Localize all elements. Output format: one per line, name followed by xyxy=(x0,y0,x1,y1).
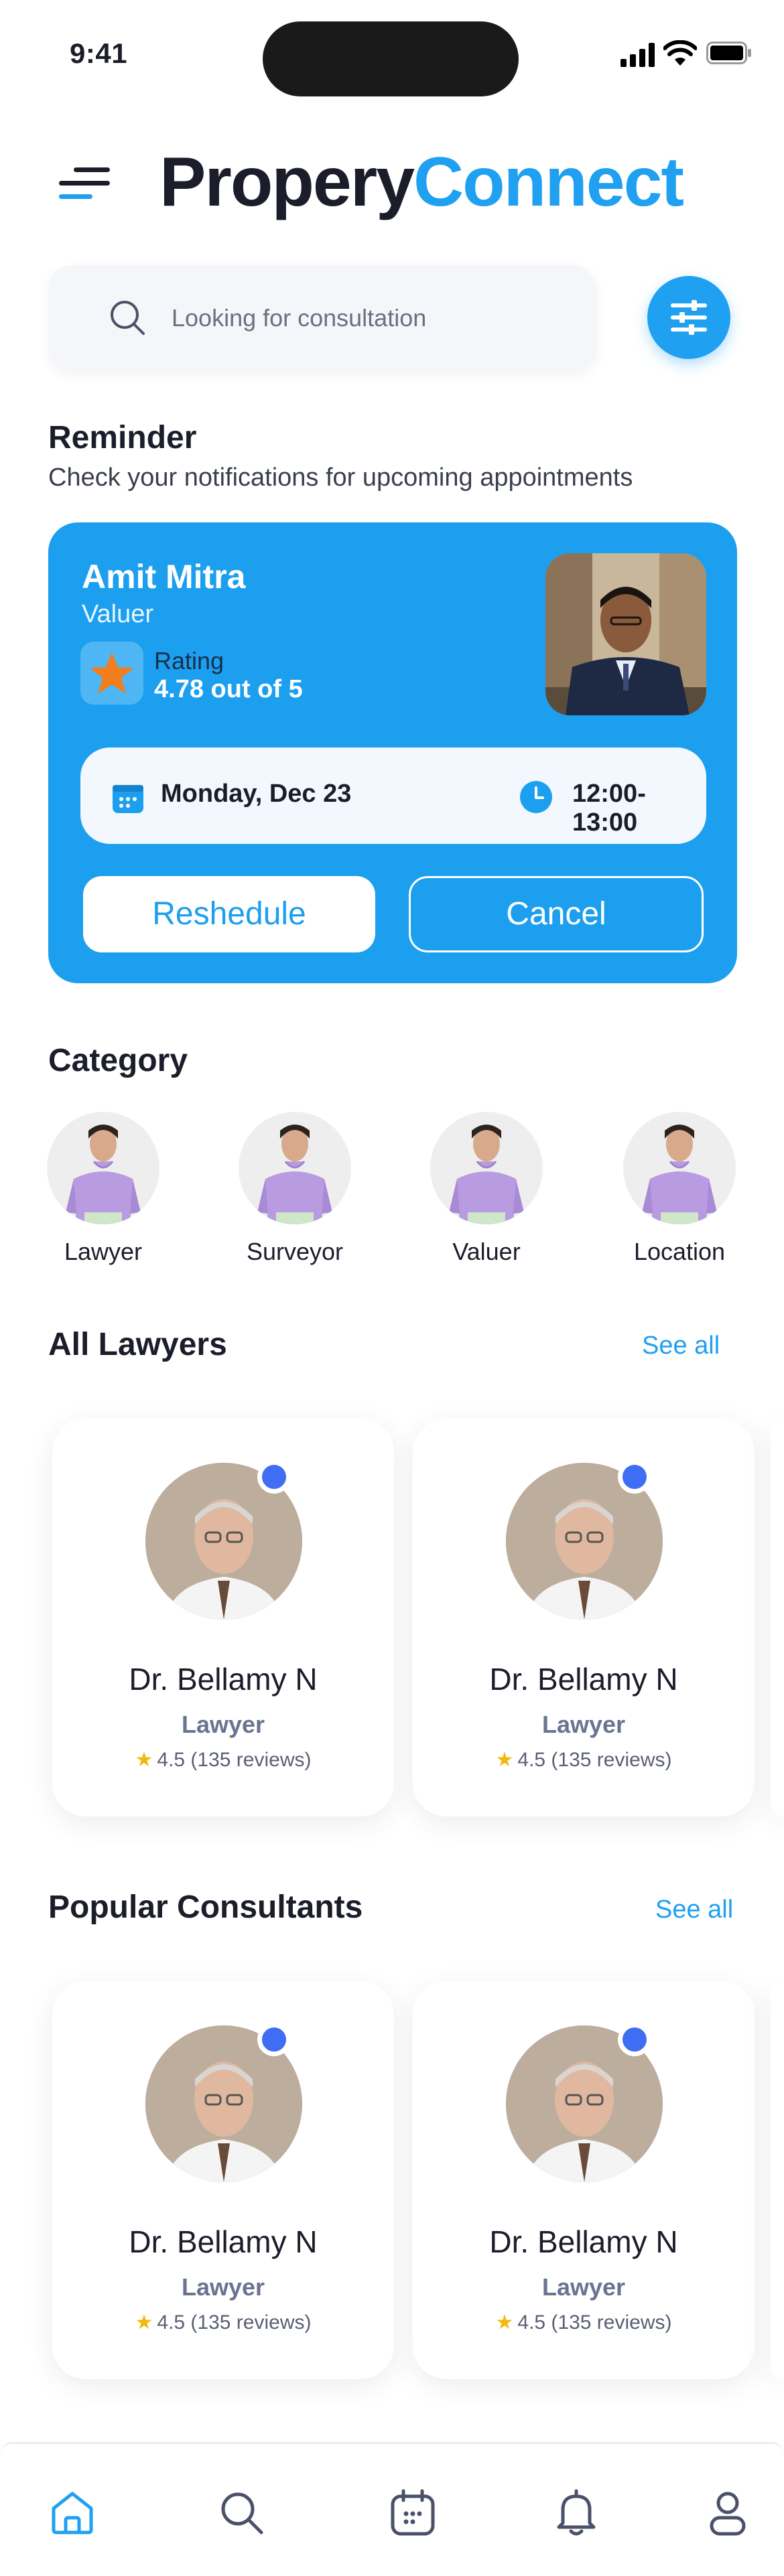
brand-part-2: Connect xyxy=(413,143,684,221)
rating-badge xyxy=(80,642,143,705)
search-icon xyxy=(111,301,145,335)
lawyer-card[interactable]: Dr. Bellamy N Lawyer ★ 4.5 (135 reviews) xyxy=(413,1419,755,1816)
doctor-rating: ★ 4.5 (135 reviews) xyxy=(413,1748,755,1772)
star-icon: ★ xyxy=(495,1749,514,1771)
calendar-icon[interactable] xyxy=(387,2487,438,2538)
rating-text: 4.5 (135 reviews) xyxy=(517,1749,672,1771)
category-lawyer[interactable]: Lawyer xyxy=(43,1112,164,1266)
clock-icon xyxy=(520,781,552,813)
category-surveyor[interactable]: Surveyor xyxy=(235,1112,355,1266)
doctor-name: Dr. Bellamy N xyxy=(129,1662,318,1697)
category-title: Category xyxy=(48,1043,188,1078)
doctor-name: Dr. Bellamy N xyxy=(489,1662,678,1697)
category-label: Valuer xyxy=(452,1238,521,1265)
star-icon: ★ xyxy=(135,2311,153,2334)
reminder-title: Reminder xyxy=(48,420,197,455)
reminder-subtitle: Check your notifications for upcoming ap… xyxy=(48,463,633,492)
signal-icon xyxy=(620,43,655,67)
battery-icon xyxy=(706,42,751,64)
popular-see-all-link[interactable]: See all xyxy=(655,1895,733,1924)
lawyer-card[interactable]: Dr. Bellamy N Lawyer ★ 4.5 (135 reviews) xyxy=(52,1419,394,1816)
brand-part-1: Propery xyxy=(159,143,415,221)
doctor-rating: ★ 4.5 (135 reviews) xyxy=(413,2311,755,2334)
calendar-icon xyxy=(113,785,143,813)
doctor-rating: ★ 4.5 (135 reviews) xyxy=(52,2311,394,2334)
rating-label: Rating xyxy=(154,647,224,674)
online-status-dot xyxy=(257,2023,291,2056)
category-valuer[interactable]: Valuer xyxy=(426,1112,547,1266)
all-lawyers-title: All Lawyers xyxy=(48,1327,227,1362)
filter-button[interactable] xyxy=(647,276,730,359)
rating-text: 4.5 (135 reviews) xyxy=(157,1749,312,1771)
category-avatar xyxy=(430,1112,543,1224)
status-time: 9:41 xyxy=(70,38,128,69)
star-icon xyxy=(90,652,134,694)
popular-consultants-title: Popular Consultants xyxy=(48,1889,363,1925)
home-icon[interactable] xyxy=(47,2487,98,2538)
consultant-card[interactable]: Dr. Bellamy N Lawyer ★ 4.5 (135 reviews) xyxy=(413,1981,755,2379)
dynamic-island xyxy=(263,21,519,96)
rating-text: 4.5 (135 reviews) xyxy=(157,2311,312,2334)
search-bar[interactable] xyxy=(48,265,596,371)
category-avatar xyxy=(623,1112,736,1224)
doctor-role: Lawyer xyxy=(181,1711,265,1738)
doctor-role: Lawyer xyxy=(181,2273,265,2301)
consultant-name: Amit Mitra xyxy=(82,558,246,595)
reschedule-button[interactable]: Reshedule xyxy=(83,876,375,952)
doctor-role: Lawyer xyxy=(541,2273,626,2301)
menu-icon[interactable] xyxy=(59,165,110,202)
online-status-dot xyxy=(618,1460,651,1494)
category-label: Location xyxy=(633,1238,726,1265)
appointment-time: 12:00-13:00 xyxy=(572,780,646,837)
category-avatar xyxy=(239,1112,351,1224)
bottom-navigation xyxy=(0,2442,784,2576)
star-icon: ★ xyxy=(495,2311,514,2334)
star-icon: ★ xyxy=(135,1749,153,1771)
online-status-dot xyxy=(618,2023,651,2056)
category-location[interactable]: Location xyxy=(619,1112,740,1266)
app-logo: ProperyConnect xyxy=(159,142,684,222)
search-icon[interactable] xyxy=(216,2487,267,2538)
rating-text: 4.5 (135 reviews) xyxy=(517,2311,672,2334)
online-status-dot xyxy=(257,1460,291,1494)
reminder-card[interactable]: Amit Mitra Valuer Rating 4.78 out of 5 M xyxy=(48,522,737,983)
cancel-button[interactable]: Cancel xyxy=(409,876,704,952)
lawyer-card-partial[interactable] xyxy=(771,1419,784,1816)
doctor-name: Dr. Bellamy N xyxy=(129,2224,318,2259)
consultant-card[interactable]: Dr. Bellamy N Lawyer ★ 4.5 (135 reviews) xyxy=(52,1981,394,2379)
rating-value: 4.78 out of 5 xyxy=(154,675,303,703)
appointment-date: Monday, Dec 23 xyxy=(161,780,352,808)
consultant-photo xyxy=(545,553,706,715)
consultant-card-partial[interactable] xyxy=(771,1981,784,2379)
sliders-icon xyxy=(671,300,707,335)
category-label: Lawyer xyxy=(64,1238,143,1265)
doctor-rating: ★ 4.5 (135 reviews) xyxy=(52,1748,394,1772)
doctor-name: Dr. Bellamy N xyxy=(489,2224,678,2259)
all-lawyers-see-all-link[interactable]: See all xyxy=(642,1332,720,1360)
doctor-role: Lawyer xyxy=(541,1711,626,1738)
consultant-role: Valuer xyxy=(82,600,154,628)
profile-icon[interactable] xyxy=(702,2487,753,2538)
category-label: Surveyor xyxy=(246,1238,344,1265)
bell-icon[interactable] xyxy=(551,2487,602,2538)
appointment-time-box: Monday, Dec 23 12:00-13:00 xyxy=(80,747,706,844)
category-avatar xyxy=(47,1112,159,1224)
wifi-icon xyxy=(663,40,697,66)
search-input[interactable] xyxy=(172,297,574,339)
